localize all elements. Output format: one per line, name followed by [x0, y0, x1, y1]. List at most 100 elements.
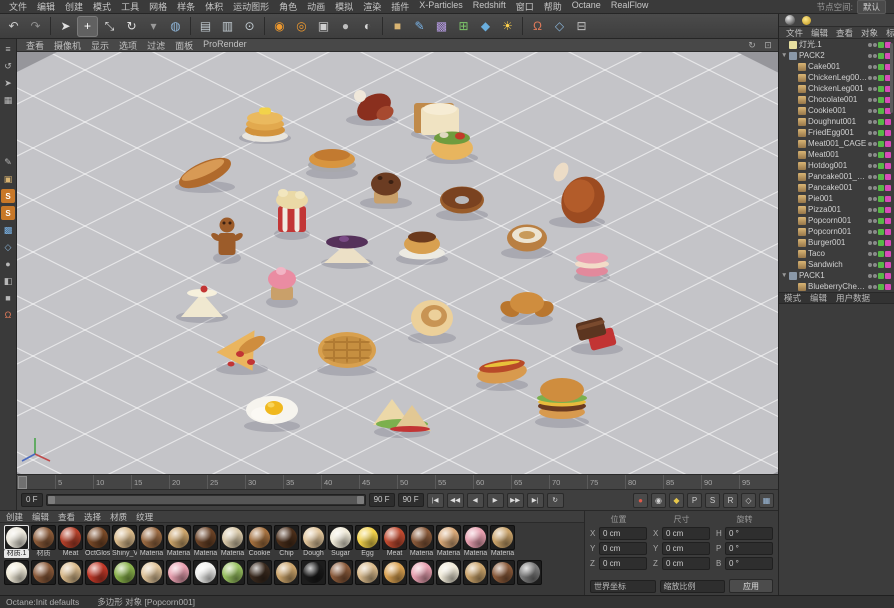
coord-field[interactable]: Z0 cm — [590, 557, 647, 570]
phong-tag-icon[interactable] — [878, 42, 884, 48]
object-tree-item[interactable]: Sandwich — [779, 259, 894, 270]
expand-caret-icon[interactable]: ▼ — [781, 52, 789, 59]
loop-button[interactable]: ↻ — [547, 493, 564, 508]
coord-field[interactable]: Z0 cm — [653, 557, 710, 570]
material-tag-icon[interactable] — [885, 86, 891, 92]
phong-tag-icon[interactable] — [878, 185, 884, 191]
object-name[interactable]: Sandwich — [808, 260, 868, 269]
material-tag-icon[interactable] — [885, 273, 891, 279]
coord-field[interactable]: H0 ° — [716, 527, 773, 540]
panel-menu-icon[interactable]: ≡ — [1, 42, 15, 56]
viewport-maximize-icon[interactable]: ⊡ — [762, 40, 774, 51]
mograph-cloner-icon[interactable]: ⊞ — [453, 16, 474, 37]
material-preview[interactable] — [301, 525, 326, 550]
material-swatch[interactable]: Materia — [463, 525, 488, 558]
timeline-playhead[interactable] — [18, 476, 27, 489]
material-tag-icon[interactable] — [885, 42, 891, 48]
phong-tag-icon[interactable] — [878, 207, 884, 213]
viewport-menu-item[interactable]: 查看 — [21, 39, 49, 52]
object-name[interactable]: Meat001_CAGE — [808, 139, 868, 148]
material-swatch[interactable]: Cookie — [247, 525, 272, 558]
phong-tag-icon[interactable] — [878, 284, 884, 290]
object-name[interactable]: Pancake001_CAGE — [808, 172, 868, 181]
material-menu-item[interactable]: 编辑 — [32, 511, 49, 523]
coord-value-input[interactable]: 0 cm — [662, 542, 710, 555]
previous-key-button[interactable]: ◀◀ — [447, 493, 464, 508]
object-name[interactable]: 灯光.1 — [799, 39, 868, 50]
coord-field[interactable]: Y0 cm — [653, 542, 710, 555]
editor-visibility-dot[interactable] — [868, 109, 872, 113]
menu-item[interactable]: X-Particles — [414, 0, 468, 13]
material-tag-icon[interactable] — [885, 218, 891, 224]
phong-tag-icon[interactable] — [878, 196, 884, 202]
editor-visibility-dot[interactable] — [868, 175, 872, 179]
material-tag-icon[interactable] — [885, 64, 891, 70]
phong-tag-icon[interactable] — [878, 240, 884, 246]
material-preview[interactable] — [85, 525, 110, 550]
render-visibility-dot[interactable] — [873, 175, 877, 179]
material-swatch[interactable]: Meat — [58, 525, 83, 558]
object-name[interactable]: Pie001 — [808, 194, 868, 203]
phong-tag-icon[interactable] — [878, 174, 884, 180]
snap-mode-icon[interactable]: Ω — [1, 308, 15, 322]
object-name[interactable]: Popcorn001 — [808, 227, 868, 236]
viewport-menu-item[interactable]: 摄像机 — [49, 39, 86, 52]
menu-item[interactable]: 运动图形 — [228, 0, 274, 13]
editor-visibility-dot[interactable] — [868, 274, 872, 278]
frame-range-slider[interactable] — [46, 494, 366, 506]
model-mode-icon[interactable]: ▣ — [1, 172, 15, 186]
material-swatch[interactable]: Materia — [436, 525, 461, 558]
material-swatch[interactable] — [517, 560, 542, 585]
render-visibility-dot[interactable] — [873, 142, 877, 146]
material-swatch[interactable]: Sugar — [328, 525, 353, 558]
menu-item[interactable]: 窗口 — [511, 0, 539, 13]
material-swatch[interactable]: Dough — [301, 525, 326, 558]
editor-visibility-dot[interactable] — [868, 208, 872, 212]
menu-item[interactable]: 工具 — [116, 0, 144, 13]
coord-system-globe-icon[interactable]: ◍ — [165, 16, 186, 37]
material-menu-item[interactable]: 选择 — [84, 511, 101, 523]
object-tree-item[interactable]: Cookie001 — [779, 105, 894, 116]
object-name[interactable]: ChickenLeg001_CAGE — [808, 73, 868, 82]
menu-item[interactable]: 样条 — [172, 0, 200, 13]
editor-visibility-dot[interactable] — [868, 219, 872, 223]
material-preview[interactable] — [382, 560, 407, 585]
material-tag-icon[interactable] — [885, 185, 891, 191]
viewport-filter-icon[interactable]: ▦ — [1, 93, 15, 107]
object-name[interactable]: Pancake001 — [808, 183, 868, 192]
octane-camera-icon[interactable]: ▣ — [313, 16, 334, 37]
material-preview[interactable] — [85, 560, 110, 585]
object-manager-menu-item[interactable]: 对象 — [857, 27, 882, 39]
editor-visibility-dot[interactable] — [868, 263, 872, 267]
material-preview[interactable] — [4, 560, 29, 585]
document-end-field[interactable]: 90 F — [398, 493, 424, 507]
menu-item[interactable]: Redshift — [468, 0, 511, 13]
phong-tag-icon[interactable] — [878, 97, 884, 103]
material-preview[interactable] — [517, 560, 542, 585]
food-burger[interactable] — [535, 378, 589, 428]
object-name[interactable]: Taco — [808, 249, 868, 258]
render-settings-icon[interactable]: ⊙ — [239, 16, 260, 37]
object-tree-item[interactable]: Pizza001 — [779, 204, 894, 215]
record-rotation-toggle[interactable]: R — [723, 493, 738, 508]
material-tag-icon[interactable] — [885, 130, 891, 136]
material-preview[interactable] — [355, 525, 380, 550]
editor-visibility-dot[interactable] — [868, 164, 872, 168]
material-swatch[interactable]: Materia — [166, 525, 191, 558]
editor-visibility-dot[interactable] — [868, 142, 872, 146]
material-preview[interactable] — [409, 525, 434, 550]
coord-system-dropdown[interactable]: 世界坐标 — [590, 580, 656, 593]
material-tag-icon[interactable] — [885, 174, 891, 180]
material-preview[interactable] — [112, 525, 137, 550]
make-editable-icon[interactable]: ✎ — [1, 155, 15, 169]
material-preview[interactable] — [166, 525, 191, 550]
material-tag-icon[interactable] — [885, 251, 891, 257]
object-tree-item[interactable]: ▼PACK2 — [779, 50, 894, 61]
rotate-tool-icon[interactable]: ↻ — [121, 16, 142, 37]
object-manager-menu-item[interactable]: 文件 — [782, 27, 807, 39]
render-view-icon[interactable]: ▤ — [195, 16, 216, 37]
object-tree-item[interactable]: Doughnut001 — [779, 116, 894, 127]
octane-settings-icon[interactable]: ◎ — [291, 16, 312, 37]
material-menu-item[interactable]: 创建 — [6, 511, 23, 523]
coord-value-input[interactable]: 0 cm — [599, 557, 647, 570]
